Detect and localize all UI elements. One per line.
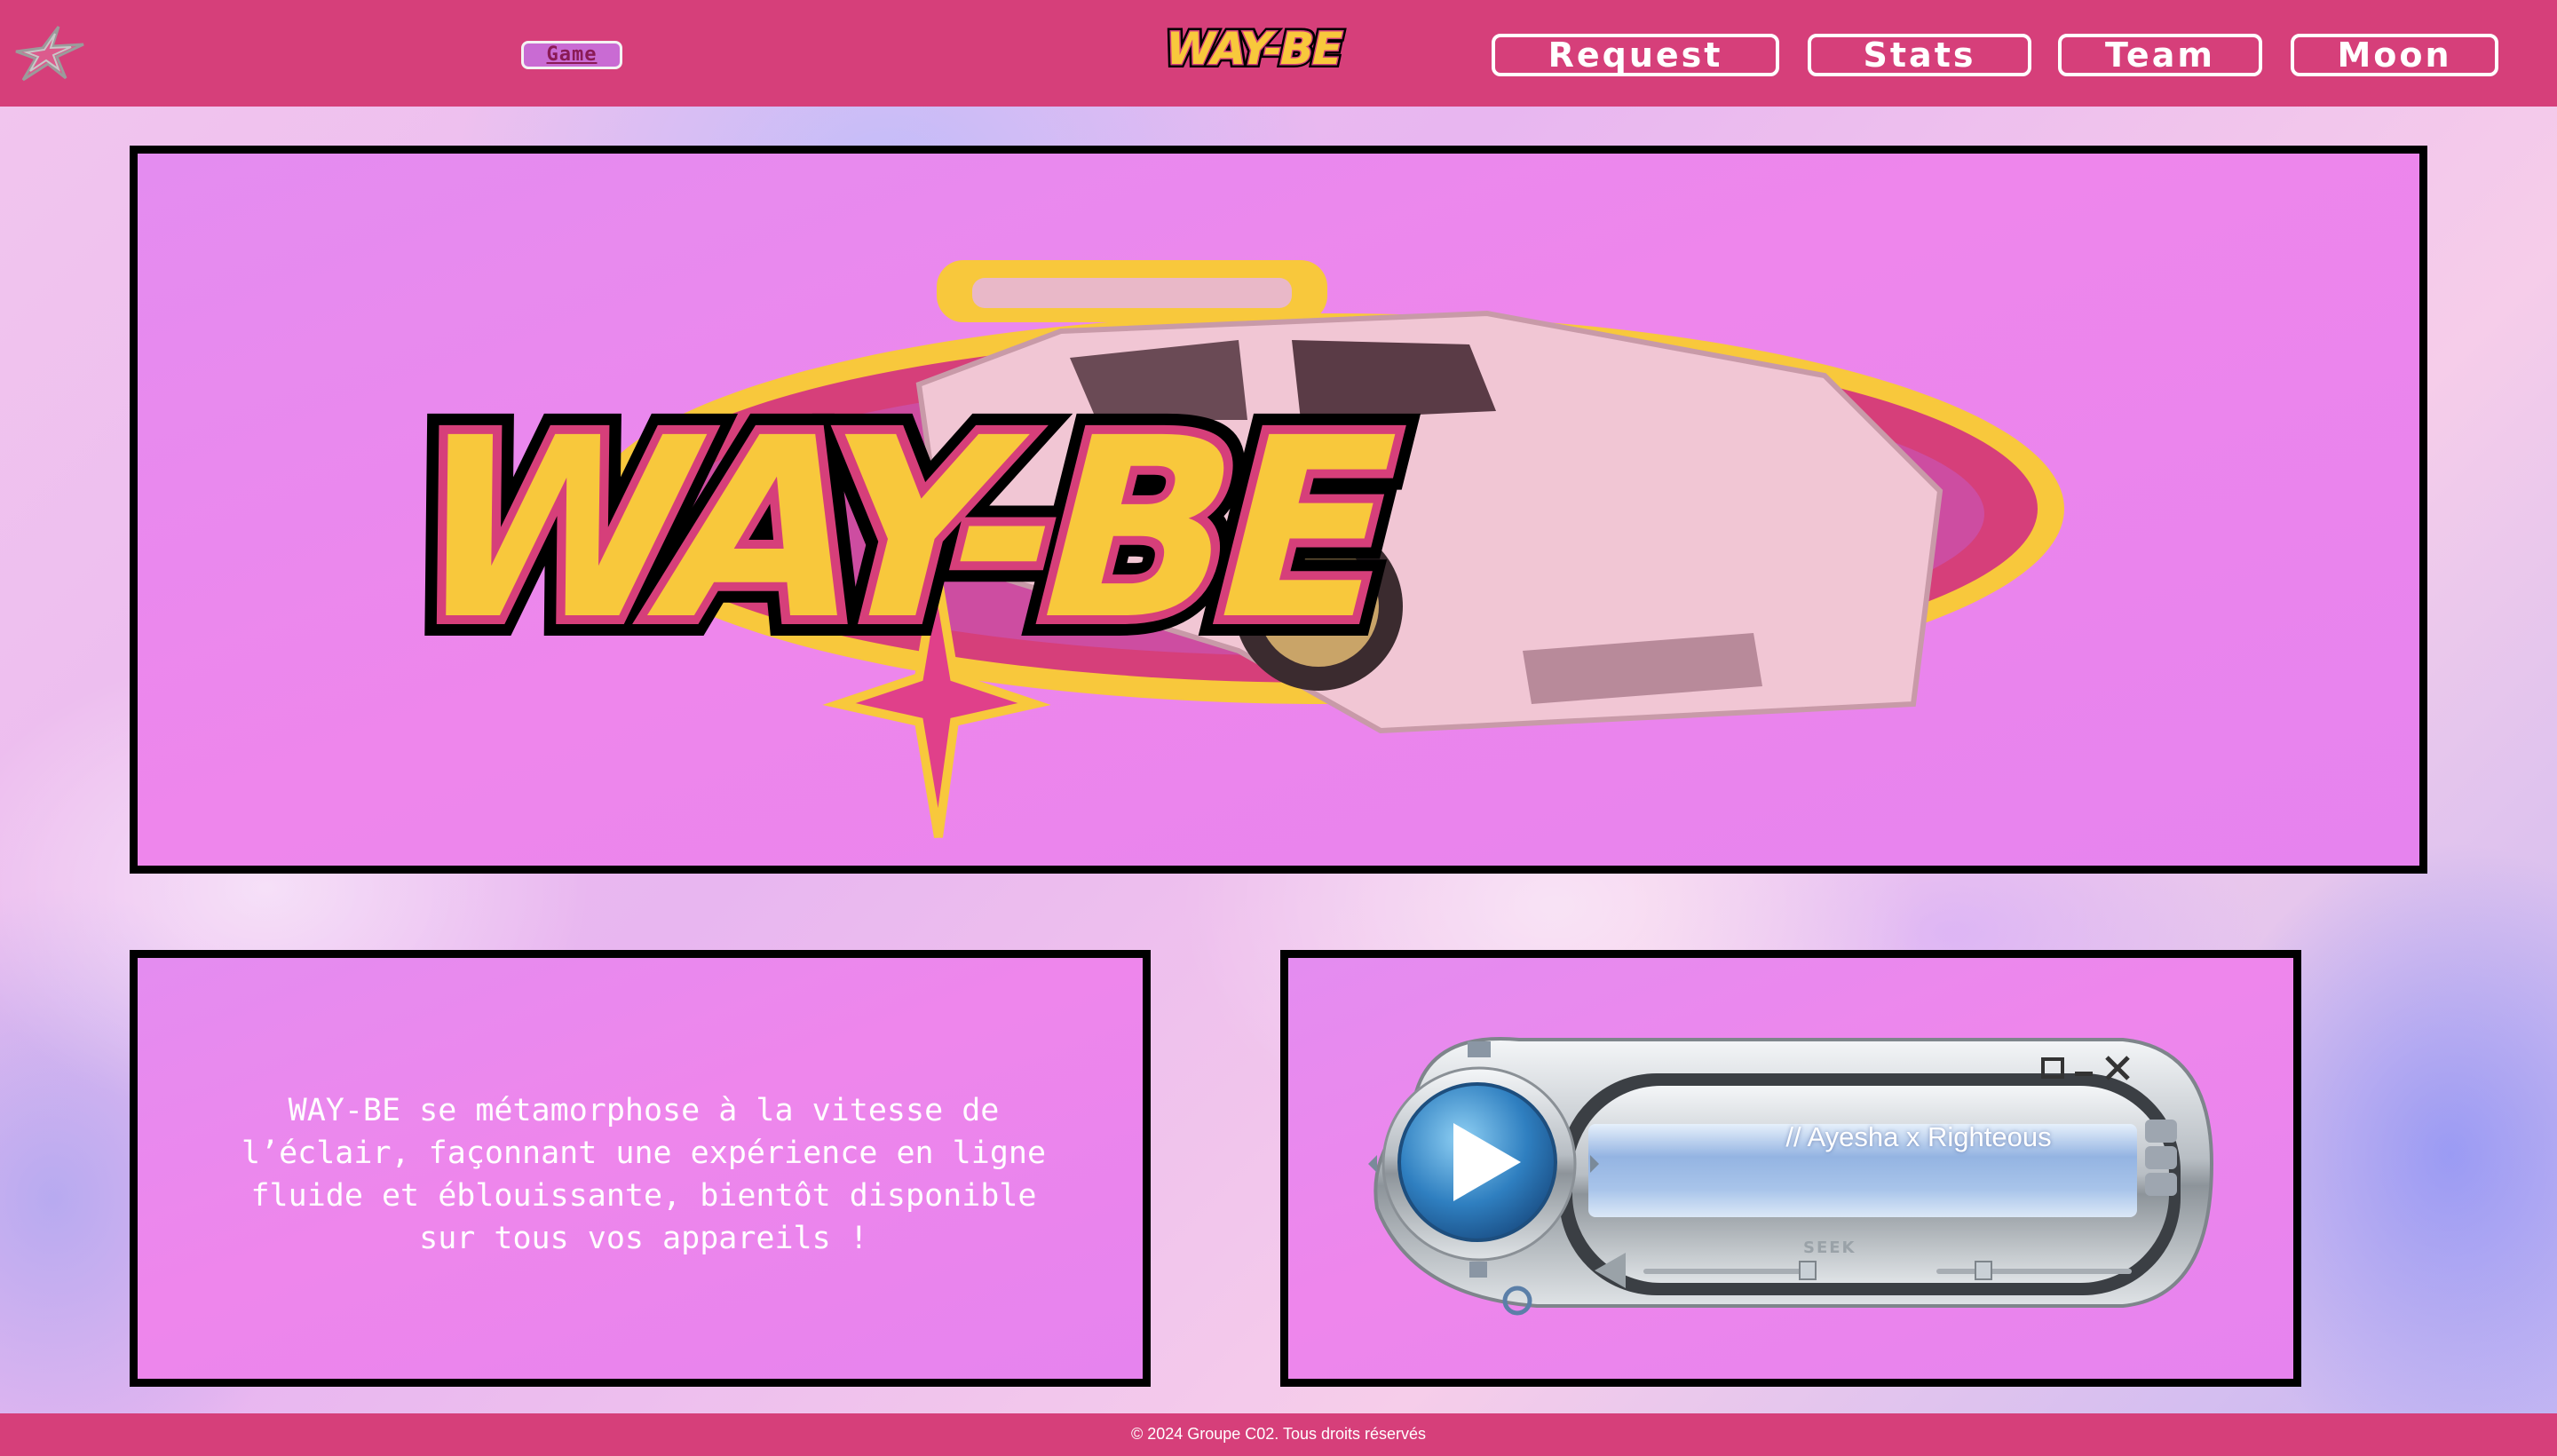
hero-logo-artwork: WAY-BE WAY-BE	[360, 260, 2064, 838]
settings-icon[interactable]	[2145, 1173, 2177, 1196]
media-player-panel: // Ayesha x Righteous SEEK	[1280, 950, 2301, 1387]
volume-thumb[interactable]	[1799, 1261, 1817, 1280]
nav-stats-button[interactable]: Stats	[1808, 34, 2031, 76]
nav-team-button[interactable]: Team	[2058, 34, 2262, 76]
description-text: WAY-BE se métamorphose à la vitesse de l…	[241, 1093, 1047, 1256]
previous-icon[interactable]	[1368, 1155, 1377, 1173]
minimize-icon[interactable]	[2075, 1072, 2093, 1076]
seek-label: SEEK	[1803, 1238, 1856, 1257]
media-player	[1368, 1037, 2214, 1316]
game-button[interactable]: Game	[521, 41, 622, 69]
seek-slider[interactable]	[1936, 1269, 2132, 1274]
playlist-icon[interactable]	[2145, 1120, 2177, 1143]
hero-brand-lettering: WAY-BE WAY-BE	[360, 365, 1437, 695]
copyright-text: © 2024 Groupe C02. Tous droits réservés	[1130, 1425, 1427, 1443]
star-logo-icon[interactable]	[12, 25, 87, 82]
description-panel: WAY-BE se métamorphose à la vitesse de l…	[130, 950, 1151, 1387]
nav-moon-button[interactable]: Moon	[2291, 34, 2498, 76]
seek-thumb[interactable]	[1975, 1261, 1992, 1280]
header-brand-logo[interactable]: WAY-BE WAY-BE	[1151, 21, 1410, 75]
nav-request-button[interactable]: Request	[1492, 34, 1779, 76]
hero-panel: WAY-BE WAY-BE	[130, 146, 2427, 874]
volume-slider[interactable]	[1643, 1269, 1812, 1274]
track-title: // Ayesha x Righteous	[1785, 1121, 2052, 1152]
stop-icon[interactable]	[1469, 1262, 1487, 1278]
equalizer-icon[interactable]	[2145, 1146, 2177, 1169]
folder-icon[interactable]	[1468, 1041, 1491, 1057]
top-navigation-bar: Game WAY-BE WAY-BE Request Stats Team Mo…	[0, 0, 2557, 107]
header-brand-text-fill: WAY-BE	[1160, 23, 1346, 75]
hero-brand-text: WAY-BE	[381, 385, 1416, 675]
footer: © 2024 Groupe C02. Tous droits réservés	[0, 1413, 2557, 1456]
